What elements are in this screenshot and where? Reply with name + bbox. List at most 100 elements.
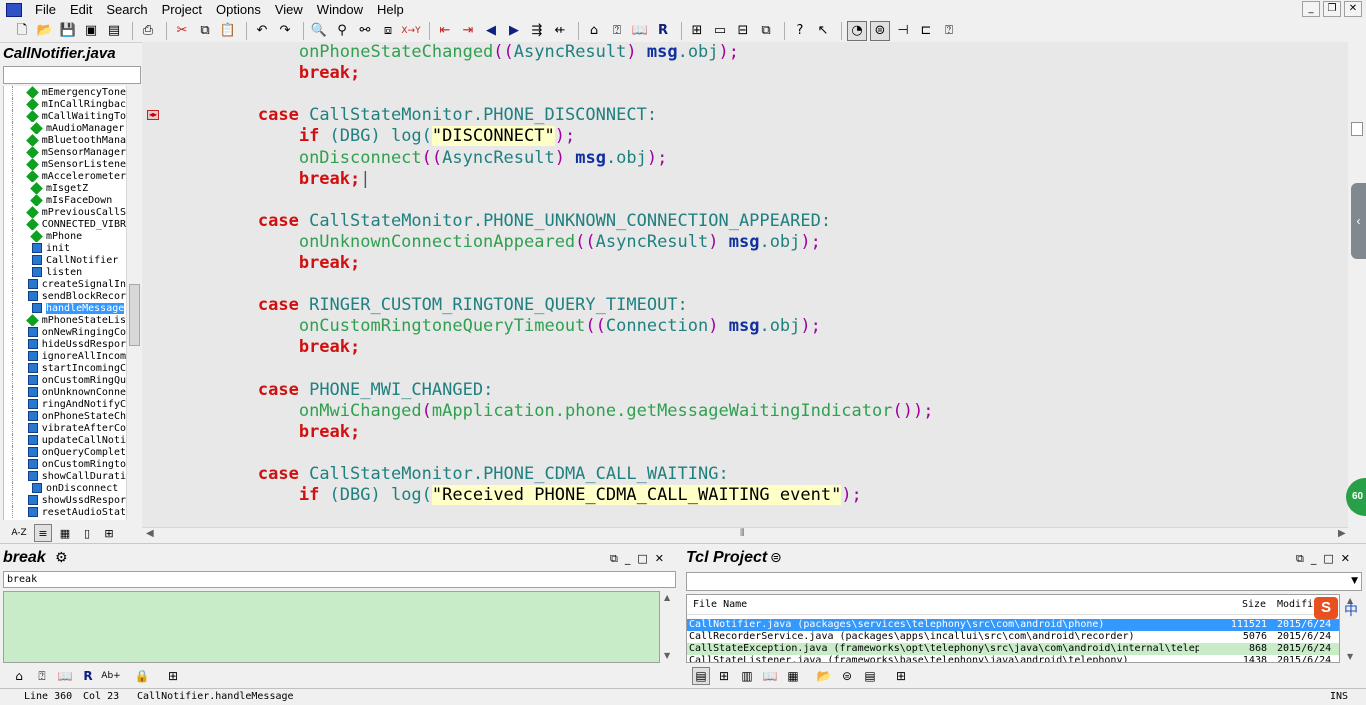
scrollbar-thumb[interactable]: [129, 284, 140, 346]
symbol-list[interactable]: mEmergencyTone mInCallRingbac mCallWaiting…: [3, 86, 126, 520]
bookmark-prev-icon[interactable]: ⇤: [435, 21, 455, 41]
file-row[interactable]: CallStateListener.java (frameworks\base\…: [687, 655, 1339, 662]
maximize-panel-button[interactable]: □: [637, 552, 647, 566]
restore-button[interactable]: ❐: [1323, 1, 1341, 17]
project-window-icon[interactable]: ⌂: [584, 21, 604, 41]
back-icon[interactable]: ◀: [481, 21, 501, 41]
relation-icon[interactable]: R: [653, 21, 673, 41]
layout-icon[interactable]: ⊞: [715, 667, 733, 685]
file-row[interactable]: CallRecorderService.java (packages\apps\…: [687, 631, 1339, 643]
minimize-button[interactable]: _: [1302, 1, 1320, 17]
replace-icon[interactable]: Ab+: [101, 667, 120, 685]
code-line[interactable]: case PHONE_MWI_CHANGED:: [176, 380, 493, 401]
redo-icon[interactable]: ↷: [275, 21, 295, 41]
symbol-list-item[interactable]: mInCallRingbac: [4, 98, 126, 110]
replace-case-icon[interactable]: X→Y: [401, 21, 421, 41]
category-view-icon[interactable]: ▦: [56, 524, 74, 542]
column-modified[interactable]: Modifi: [1277, 595, 1313, 615]
help-icon[interactable]: ?: [790, 21, 810, 41]
bookmark-next-icon[interactable]: ⇥: [458, 21, 478, 41]
close-file-icon[interactable]: ▤: [104, 21, 124, 41]
close-panel-button[interactable]: ✕: [655, 552, 664, 566]
code-line[interactable]: case CallStateMonitor.PHONE_UNKNOWN_CONN…: [176, 211, 831, 232]
menu-project[interactable]: Project: [155, 0, 209, 19]
save-all-icon[interactable]: ▣: [81, 21, 101, 41]
ime-logo-icon[interactable]: S: [1314, 597, 1338, 619]
project-file-list[interactable]: File Name Size Modifi CallNotifier.java …: [686, 594, 1340, 663]
find-in-files-icon[interactable]: ⚲: [332, 21, 352, 41]
side-collapse-tab[interactable]: ‹: [1351, 183, 1366, 259]
relation-search-field[interactable]: break: [3, 571, 676, 588]
relation-icon[interactable]: R: [79, 667, 97, 685]
symbol-list-item[interactable]: mSensorListene: [4, 158, 126, 170]
jump-icon[interactable]: ⇶: [527, 21, 547, 41]
symbol-list-item[interactable]: mAccelerometer: [4, 170, 126, 182]
editor-horizontal-scrollbar[interactable]: ◀ ⦀ ▶: [142, 527, 1348, 542]
menu-search[interactable]: Search: [99, 0, 154, 19]
symbol-filter-input[interactable]: [3, 66, 141, 84]
code-line[interactable]: break;: [176, 253, 360, 274]
symbol-window-icon[interactable]: ⍰: [607, 21, 627, 41]
symbol-list-item[interactable]: onNewRingingCo: [4, 326, 126, 338]
context-help-icon[interactable]: ⍰: [939, 21, 959, 41]
symbol-list-item[interactable]: createSignalIn: [4, 278, 126, 290]
relation-panel-body[interactable]: [3, 591, 660, 663]
find-next-icon[interactable]: ⚯: [355, 21, 375, 41]
symbol-list-item[interactable]: mAudioManager: [4, 122, 126, 134]
scroll-left-icon[interactable]: ◀: [146, 528, 154, 539]
replace-icon[interactable]: ⧈: [378, 21, 398, 41]
menu-file[interactable]: File: [28, 0, 63, 19]
editor-gutter[interactable]: ◂▸: [142, 42, 176, 527]
symbol-list-item[interactable]: ringAndNotifyC: [4, 398, 126, 410]
close-button[interactable]: ✕: [1344, 1, 1362, 17]
menu-options[interactable]: Options: [209, 0, 268, 19]
symbol-list-item[interactable]: CallNotifier: [4, 254, 126, 266]
scrollbar-thumb[interactable]: [1351, 122, 1363, 136]
category-icon[interactable]: ▦: [784, 667, 802, 685]
properties-icon[interactable]: ⊞: [892, 667, 910, 685]
menu-window[interactable]: Window: [310, 0, 370, 19]
symbol-list-item[interactable]: init: [4, 242, 126, 254]
book-icon[interactable]: 📖: [56, 667, 74, 685]
code-line[interactable]: onCustomRingtoneQueryTimeout((Connection…: [176, 316, 821, 337]
symbol-list-item[interactable]: mPreviousCallS: [4, 206, 126, 218]
symbol-list-item[interactable]: hideUssdRespor: [4, 338, 126, 350]
project-icon[interactable]: ⌂: [10, 667, 28, 685]
symbol-list-item[interactable]: onPhoneStateCh: [4, 410, 126, 422]
layout-3-icon[interactable]: ⊟: [733, 21, 753, 41]
book-icon[interactable]: ▯: [78, 524, 96, 542]
symbol-list-item[interactable]: mIsFaceDown: [4, 194, 126, 206]
cut-icon[interactable]: ✂: [172, 21, 192, 41]
scroll-down-icon[interactable]: ▼: [664, 651, 670, 660]
copy-icon[interactable]: ⧉: [195, 21, 215, 41]
symbol-list-item[interactable]: onCustomRingQu: [4, 374, 126, 386]
app-icon[interactable]: [6, 2, 22, 17]
symbol-list-item[interactable]: mCallWaitingTo: [4, 110, 126, 122]
scroll-up-icon[interactable]: ▲: [664, 593, 670, 602]
maximize-panel-button[interactable]: □: [1323, 552, 1333, 566]
layout-1-icon[interactable]: ⊞: [687, 21, 707, 41]
symbol-list-item[interactable]: CONNECTED_VIBR: [4, 218, 126, 230]
open-folder-icon[interactable]: 📂: [815, 667, 833, 685]
symbol-list-item[interactable]: handleMessage: [4, 302, 126, 314]
symbol-list-item[interactable]: mBluetoothMana: [4, 134, 126, 146]
properties-icon[interactable]: ⊞: [100, 524, 118, 542]
forward-icon[interactable]: ▶: [504, 21, 524, 41]
float-button[interactable]: ⧉: [1296, 552, 1304, 566]
book-icon[interactable]: 📖: [761, 667, 779, 685]
scroll-right-icon[interactable]: ▶: [1338, 528, 1346, 539]
code-line[interactable]: onMwiChanged(mApplication.phone.getMessa…: [176, 401, 934, 422]
symbol-list-item[interactable]: startIncomingC: [4, 362, 126, 374]
code-line[interactable]: if (DBG) log("Received PHONE_CDMA_CALL_W…: [176, 485, 862, 506]
symbol-list-item[interactable]: showUssdRespor: [4, 494, 126, 506]
symbol-list-item[interactable]: mSensorManager: [4, 146, 126, 158]
code-editor[interactable]: onPhoneStateChanged((AsyncResult) msg.ob…: [176, 42, 1348, 527]
symbol-list-item[interactable]: mPhone: [4, 230, 126, 242]
layout-4-icon[interactable]: ⧉: [756, 21, 776, 41]
project-filter-combo[interactable]: ▼: [686, 572, 1362, 591]
symbol-list-item[interactable]: showCallDurati: [4, 470, 126, 482]
print-icon[interactable]: ⎙: [138, 21, 158, 41]
close-panel-button[interactable]: ✕: [1341, 552, 1350, 566]
code-line[interactable]: break;: [176, 63, 360, 84]
code-line[interactable]: onDisconnect((AsyncResult) msg.obj);: [176, 148, 668, 169]
